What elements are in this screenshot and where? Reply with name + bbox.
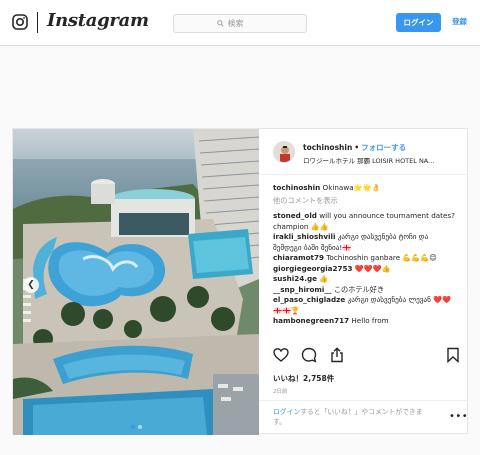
- comment: giorgiegeorgia2753 ❤️❤️❤️👍: [273, 264, 459, 275]
- comment-text: Hello from: [351, 316, 389, 325]
- post-location[interactable]: ロワジールホテル 那覇 LOISIR HOTEL NA...: [303, 155, 463, 165]
- comment: chiaramot79 Tochinoshin ganbare 💪💪💪😊: [273, 253, 459, 264]
- comment-user[interactable]: stoned_old: [273, 211, 317, 220]
- caption-user[interactable]: tochinoshin: [273, 183, 320, 192]
- comment-text: Tochinoshin ganbare 💪💪💪😊: [326, 253, 437, 262]
- post-username-line: tochinoshin • フォローする: [303, 142, 406, 153]
- comment: stoned_old will you announce tournament …: [273, 211, 459, 232]
- comment: hambonegreen717 Hello from: [273, 316, 459, 327]
- share-icon[interactable]: [329, 347, 345, 363]
- carousel-dots: [13, 425, 259, 429]
- post-card: ❮ tochinoshin • フォローする ロワジールホテル 那覇 LOISIR …: [12, 128, 468, 435]
- comment-user[interactable]: irakli_shioshvili: [273, 232, 335, 241]
- avatar[interactable]: [273, 141, 295, 163]
- comment-user[interactable]: giorgiegeorgia2753: [273, 264, 353, 273]
- comment-text: このホテル好き: [333, 284, 385, 294]
- separator-dot: •: [354, 143, 360, 152]
- comment-user[interactable]: el_paso_chigladze: [273, 295, 345, 304]
- post-header: tochinoshin • フォローする ロワジールホテル 那覇 LOISIR HO…: [259, 129, 468, 175]
- camera-icon[interactable]: [12, 14, 28, 30]
- post-image[interactable]: ❮: [13, 129, 259, 435]
- comment-user[interactable]: sushi24.ge: [273, 274, 317, 283]
- comment: irakli_shioshvili კარგი დასვენება ტოჩი დ…: [273, 232, 459, 253]
- post-actions: [273, 347, 461, 365]
- caption-text: Okinawa🌟🌟👌: [322, 183, 381, 192]
- search-icon: [216, 20, 224, 27]
- top-nav: Instagram ログイン 登録: [0, 0, 480, 46]
- likes-count[interactable]: いいね！2,758件: [273, 373, 334, 384]
- post-side-panel: tochinoshin • フォローする ロワジールホテル 那覇 LOISIR HO…: [259, 129, 468, 435]
- view-more-comments-link[interactable]: 他のコメントを表示: [273, 196, 459, 207]
- comment: el_paso_chigladze კარგი დასვენება ლევან …: [273, 295, 459, 316]
- follow-button[interactable]: フォローする: [361, 143, 406, 152]
- login-prompt: ログインすると「いいね！」やコメントができます。: [273, 407, 433, 427]
- comment: __snp_hiromi__ このホテル好き: [273, 285, 459, 296]
- login-link[interactable]: ログイン: [273, 408, 300, 416]
- signup-link[interactable]: 登録: [452, 16, 467, 27]
- comment-user[interactable]: chiaramot79: [273, 253, 324, 262]
- comment: sushi24.ge 👍: [273, 274, 459, 285]
- search-input[interactable]: [227, 19, 264, 28]
- carousel-dot-active: [130, 425, 135, 429]
- post-caption: tochinoshin Okinawa🌟🌟👌: [273, 183, 459, 194]
- comment-user[interactable]: hambonegreen717: [273, 316, 349, 325]
- nav-divider: [37, 12, 38, 33]
- login-button[interactable]: ログイン: [396, 13, 441, 32]
- post-footer: ログインすると「いいね！」やコメントができます。 •••: [259, 400, 468, 435]
- comments-list: tochinoshin Okinawa🌟🌟👌 他のコメントを表示 stoned_…: [273, 183, 459, 341]
- search-box[interactable]: [173, 14, 307, 33]
- chevron-left-icon[interactable]: ❮: [23, 277, 39, 293]
- comment-text: ❤️❤️❤️👍: [354, 263, 391, 273]
- comment-text: 👍: [319, 274, 329, 283]
- bookmark-icon[interactable]: [445, 347, 461, 363]
- comment-icon[interactable]: [301, 347, 317, 363]
- post-time[interactable]: 2日前: [273, 387, 288, 395]
- post-username[interactable]: tochinoshin: [303, 143, 352, 152]
- hotel-pool-photo: [13, 129, 259, 435]
- instagram-wordmark[interactable]: Instagram: [47, 10, 149, 31]
- avatar-image: [274, 142, 294, 162]
- carousel-dot: [137, 425, 142, 429]
- heart-icon[interactable]: [273, 347, 289, 363]
- more-options-icon[interactable]: •••: [449, 411, 468, 422]
- comment-user[interactable]: __snp_hiromi__: [273, 285, 332, 294]
